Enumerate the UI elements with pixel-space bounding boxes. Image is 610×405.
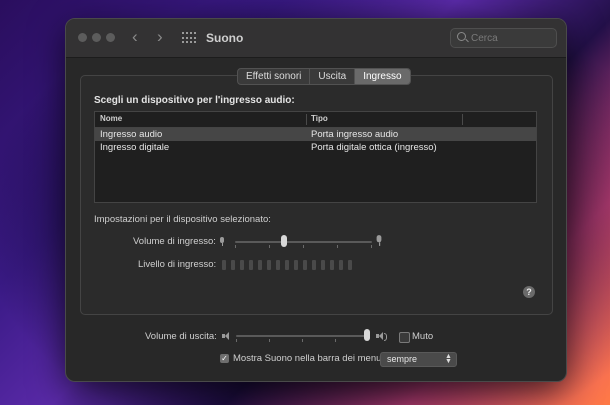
input-level-meter [222, 260, 357, 270]
slider-tick [371, 245, 372, 248]
microphone-low-icon [219, 237, 225, 246]
input-volume-knob[interactable] [281, 235, 288, 247]
slider-tick [269, 245, 270, 248]
table-row[interactable]: Ingresso audio Porta ingresso audio [95, 128, 536, 141]
tab-uscita[interactable]: Uscita [310, 69, 356, 84]
level-bar [258, 260, 262, 270]
output-volume-slider[interactable] [236, 335, 367, 337]
slider-tick [235, 245, 236, 248]
device-section-title: Scegli un dispositivo per l'ingresso aud… [94, 95, 295, 106]
level-bar [330, 260, 334, 270]
show-all-grid-icon[interactable] [182, 32, 196, 44]
device-settings-label: Impostazioni per il dispositivo selezion… [94, 214, 271, 225]
column-divider [462, 114, 463, 125]
row-name: Ingresso audio [100, 129, 163, 140]
input-volume-label: Volume di ingresso: [133, 236, 216, 247]
output-volume-knob[interactable] [364, 329, 370, 341]
slider-tick [337, 245, 338, 248]
row-name: Ingresso digitale [100, 142, 170, 153]
input-level-label: Livello di ingresso: [138, 259, 217, 270]
help-button[interactable]: ? [523, 286, 535, 298]
slider-tick [236, 339, 237, 342]
level-bar [348, 260, 352, 270]
column-header-type[interactable]: Tipo [311, 114, 328, 123]
level-bar [339, 260, 343, 270]
slider-tick [303, 245, 304, 248]
tab-ingresso[interactable]: Ingresso [355, 69, 410, 84]
level-bar [267, 260, 271, 270]
level-bar [222, 260, 226, 270]
menubar-visibility-select[interactable]: sempre ▲ ▼ [380, 352, 457, 367]
mute-label: Muto [412, 331, 434, 342]
tab-effetti-sonori[interactable]: Effetti sonori [238, 69, 311, 84]
slider-tick [269, 339, 270, 342]
table-row[interactable]: Ingresso digitale Porta digitale ottica … [95, 141, 536, 154]
input-volume-slider[interactable] [235, 241, 372, 243]
zoom-window-button[interactable] [106, 33, 115, 42]
level-bar [249, 260, 253, 270]
level-bar [303, 260, 307, 270]
show-in-menubar-checkbox[interactable]: ✓ [220, 354, 229, 363]
table-header: Nome Tipo [95, 112, 536, 128]
slider-tick [302, 339, 303, 342]
search-field[interactable] [450, 28, 557, 48]
level-bar [285, 260, 289, 270]
close-window-button[interactable] [78, 33, 87, 42]
level-bar [240, 260, 244, 270]
tab-bar: Effetti sonori Uscita Ingresso [237, 68, 411, 85]
search-input[interactable] [471, 29, 551, 47]
back-arrow-icon[interactable]: ‹ [132, 28, 138, 46]
level-bar [231, 260, 235, 270]
speaker-high-icon [376, 332, 387, 341]
speaker-low-icon [222, 332, 230, 340]
minimize-window-button[interactable] [92, 33, 101, 42]
microphone-high-icon [375, 235, 382, 246]
window-title: Suono [206, 31, 244, 45]
title-bar: ‹ › Suono [66, 19, 566, 58]
row-type: Porta digitale ottica (ingresso) [311, 142, 437, 153]
level-bar [294, 260, 298, 270]
level-bar [321, 260, 325, 270]
output-volume-label: Volume di uscita: [145, 331, 217, 342]
column-divider [306, 114, 307, 125]
row-type: Porta ingresso audio [311, 129, 399, 140]
column-header-name[interactable]: Nome [100, 114, 122, 123]
select-value: sempre [387, 354, 418, 364]
mute-checkbox[interactable] [399, 332, 410, 343]
slider-tick [335, 339, 336, 342]
level-bar [312, 260, 316, 270]
chevron-updown-icon: ▲ ▼ [445, 353, 452, 365]
show-in-menubar-label: Mostra Suono nella barra dei menu [233, 353, 382, 364]
sound-preferences-window: ‹ › Suono Effetti sonori Uscita Ingresso… [65, 18, 567, 382]
forward-arrow-icon[interactable]: › [157, 28, 163, 46]
level-bar [276, 260, 280, 270]
search-icon [457, 32, 466, 41]
input-device-table: Nome Tipo Ingresso audio Porta ingresso … [94, 111, 537, 203]
